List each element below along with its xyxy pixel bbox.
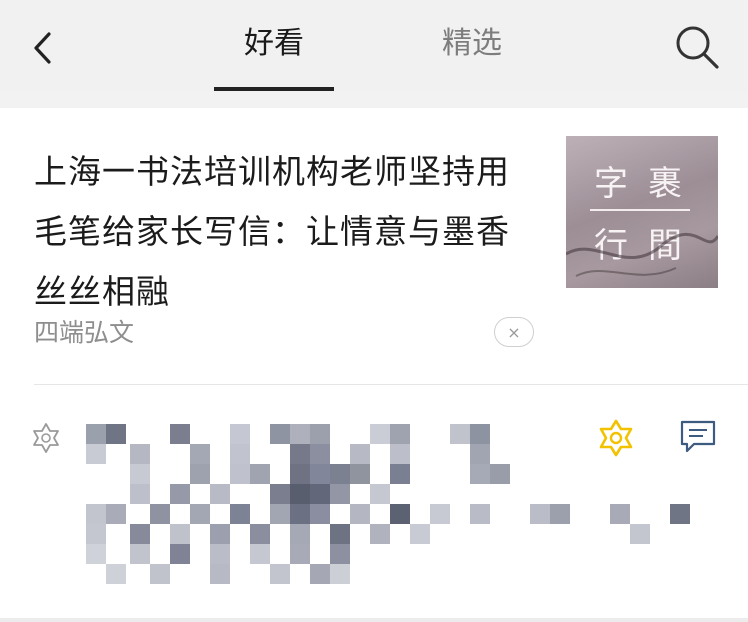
article-thumbnail[interactable]: 字裹 行間 [566, 136, 718, 288]
tab-jingxuan[interactable]: 精选 [412, 20, 532, 92]
article-card[interactable]: 上海一书法培训机构老师坚持用毛笔给家长写信：让情意与墨香丝丝相融 字裹 行間 四… [0, 108, 748, 618]
wow-icon[interactable] [596, 418, 636, 458]
comment-icon[interactable] [678, 418, 718, 456]
article-source: 四端弘文 [34, 318, 135, 347]
dismiss-button[interactable]: × [494, 317, 534, 347]
bottom-divider [0, 618, 748, 622]
active-tab-indicator [214, 87, 334, 91]
section-divider [34, 384, 748, 385]
wow-icon-outline [33, 423, 59, 453]
article-title[interactable]: 上海一书法培训机构老师坚持用毛笔给家长写信：让情意与墨香丝丝相融 [34, 142, 534, 322]
back-chevron-icon[interactable] [28, 28, 58, 68]
calligraphy-strokes [566, 232, 718, 277]
top-navigation-bar: 好看 精选 [0, 0, 748, 92]
tab-haokan[interactable]: 好看 [214, 20, 334, 92]
close-icon: × [507, 322, 521, 342]
search-icon[interactable] [672, 22, 722, 72]
